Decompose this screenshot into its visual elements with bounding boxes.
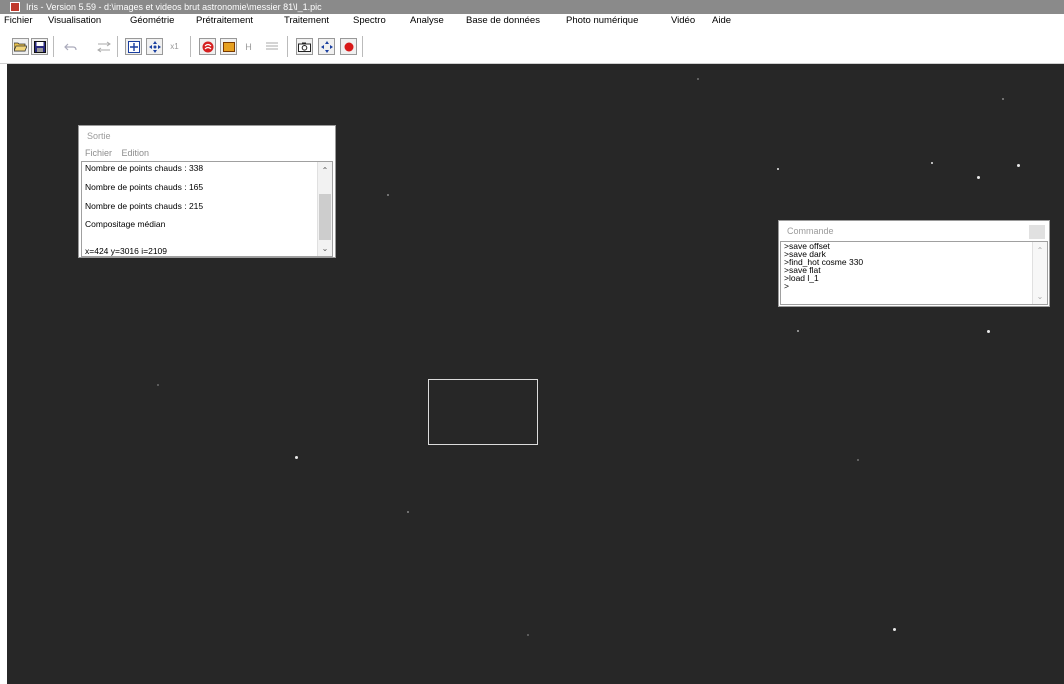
toolbar-separator	[362, 36, 363, 57]
flip-icon[interactable]	[95, 38, 112, 55]
menu-fichier[interactable]: Fichier	[4, 14, 33, 28]
record-icon[interactable]	[340, 38, 357, 55]
toolbar-separator	[287, 36, 288, 57]
toolbar-separator	[117, 36, 118, 57]
output-line: Compositage médian	[85, 219, 166, 229]
star	[387, 194, 389, 196]
select-object-icon[interactable]	[318, 38, 335, 55]
menu-visualisation[interactable]: Visualisation	[48, 14, 101, 28]
toolbar: x1 H	[0, 28, 1064, 64]
menu-video[interactable]: Vidéo	[671, 14, 695, 28]
close-icon[interactable]	[1029, 225, 1045, 239]
command-line: >load l_1	[784, 273, 819, 283]
menu-aide[interactable]: Aide	[712, 14, 731, 28]
threshold-orange-icon[interactable]	[220, 38, 237, 55]
star	[157, 384, 159, 386]
scroll-thumb[interactable]	[319, 194, 331, 240]
selection-rectangle[interactable]	[428, 379, 538, 445]
toolbar-separator	[53, 36, 54, 57]
star	[1017, 164, 1020, 167]
list-icon[interactable]	[263, 38, 280, 55]
sortie-scrollbar[interactable]: ⌃ ⌄	[317, 162, 332, 256]
menu-analyse[interactable]: Analyse	[410, 14, 444, 28]
iris-app-icon[interactable]	[10, 2, 20, 12]
zoom-x1-label: x1	[170, 42, 179, 51]
undo-icon[interactable]	[62, 38, 79, 55]
star	[797, 330, 799, 332]
output-line: Nombre de points chauds : 338	[85, 163, 204, 173]
menu-spectro[interactable]: Spectro	[353, 14, 386, 28]
commande-window-title: Commande	[787, 226, 834, 236]
star	[407, 511, 409, 513]
scroll-down-icon[interactable]: ⌄	[1033, 290, 1047, 304]
red-visualisation-icon[interactable]	[199, 38, 216, 55]
sortie-output-area[interactable]: Nombre de points chauds : 338 Nombre de …	[81, 161, 333, 257]
menu-traitement[interactable]: Traitement	[284, 14, 329, 28]
scroll-down-icon[interactable]: ⌄	[318, 242, 332, 256]
zoom-x1-icon[interactable]: x1	[166, 38, 183, 55]
sortie-window[interactable]: Sortie Fichier Edition Nombre de points …	[78, 125, 336, 258]
save-disk-icon[interactable]	[31, 38, 48, 55]
window-title: Iris - Version 5.59 - d:\images et video…	[26, 2, 322, 12]
command-prompt[interactable]: >	[784, 282, 789, 291]
sortie-menu-edition[interactable]: Edition	[122, 148, 150, 158]
commande-window[interactable]: Commande >save offset >save dark >find_h…	[778, 220, 1050, 307]
zoom-fit-icon[interactable]	[125, 38, 142, 55]
star	[777, 168, 779, 170]
star	[527, 634, 529, 636]
menu-base-de-donnees[interactable]: Base de données	[466, 14, 540, 28]
sortie-menu-fichier[interactable]: Fichier	[85, 148, 112, 158]
camera-icon[interactable]	[296, 38, 313, 55]
output-line: Nombre de points chauds : 215	[85, 201, 204, 211]
star	[987, 330, 990, 333]
star	[857, 459, 859, 461]
command-input-area[interactable]: >save offset >save dark >find_hot cosme …	[780, 241, 1048, 305]
histogram-h-label: H	[245, 41, 252, 52]
star	[931, 162, 933, 164]
menu-bar: Fichier Visualisation Géométrie Prétrait…	[0, 14, 1064, 28]
sortie-menu-bar: Fichier Edition	[85, 148, 156, 158]
window-titlebar: Iris - Version 5.59 - d:\images et video…	[0, 0, 1064, 14]
star	[295, 456, 298, 459]
cursor-readout: x=424 y=3016 i=2109	[85, 246, 168, 256]
star	[1002, 98, 1004, 100]
pan-move-icon[interactable]	[146, 38, 163, 55]
sortie-window-title: Sortie	[87, 131, 111, 141]
commande-scrollbar[interactable]: ⌃ ⌄	[1032, 242, 1047, 304]
menu-photo-numerique[interactable]: Photo numérique	[566, 14, 638, 28]
star	[893, 628, 896, 631]
star	[977, 176, 980, 179]
menu-pretraitement[interactable]: Prétraitement	[196, 14, 253, 28]
output-line: Nombre de points chauds : 165	[85, 182, 204, 192]
histogram-h-icon[interactable]: H	[240, 38, 257, 55]
menu-geometrie[interactable]: Géométrie	[130, 14, 174, 28]
scroll-up-icon[interactable]: ⌃	[318, 164, 332, 178]
star	[697, 78, 699, 80]
scroll-up-icon[interactable]: ⌃	[1033, 244, 1047, 258]
toolbar-separator	[190, 36, 191, 57]
open-folder-icon[interactable]	[12, 38, 29, 55]
